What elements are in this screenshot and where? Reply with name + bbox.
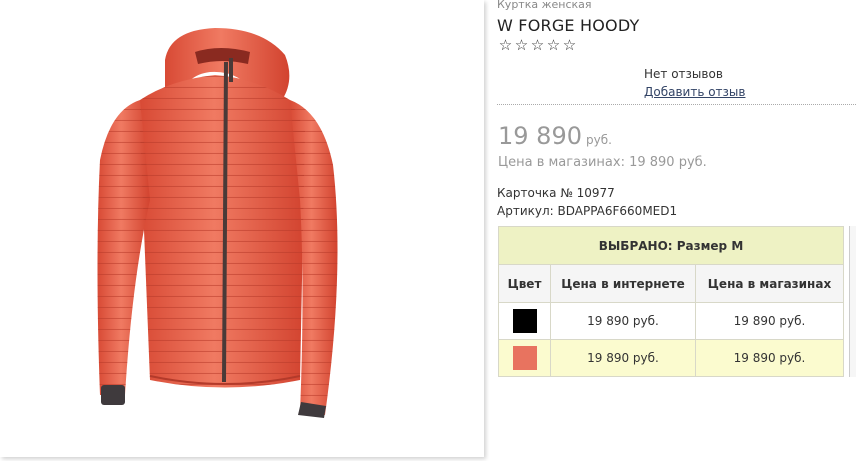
divider bbox=[497, 104, 856, 105]
star-icon[interactable]: ☆ bbox=[530, 38, 545, 53]
product-category: Куртка женская bbox=[497, 0, 592, 11]
store-price-cell: 19 890 руб. bbox=[695, 339, 844, 377]
price-currency: руб. bbox=[585, 133, 612, 147]
column-header-online-price: Цена в интернете bbox=[550, 264, 696, 303]
color-swatch-coral[interactable] bbox=[512, 346, 537, 370]
star-icon[interactable]: ☆ bbox=[546, 38, 561, 53]
no-reviews-text: Нет отзывов bbox=[644, 67, 723, 81]
color-cell bbox=[498, 339, 551, 377]
product-title: W FORGE HOODY bbox=[497, 16, 640, 35]
price-amount: 19 890 bbox=[498, 122, 582, 150]
star-icon[interactable]: ☆ bbox=[562, 38, 577, 53]
color-swatch-black[interactable] bbox=[512, 309, 537, 333]
table-row[interactable]: 19 890 руб. 19 890 руб. bbox=[498, 339, 844, 377]
selected-size-label: ВЫБРАНО: Размер M bbox=[498, 226, 844, 265]
store-price-cell: 19 890 руб. bbox=[695, 302, 844, 340]
price: 19 890 руб. bbox=[498, 122, 612, 150]
product-info: Куртка женская W FORGE HOODY ☆ ☆ ☆ ☆ ☆ Н… bbox=[497, 0, 856, 461]
star-icon[interactable]: ☆ bbox=[514, 38, 529, 53]
star-icon[interactable]: ☆ bbox=[498, 38, 513, 53]
color-cell bbox=[498, 302, 551, 340]
rating-stars[interactable]: ☆ ☆ ☆ ☆ ☆ bbox=[498, 38, 577, 53]
sku: Артикул: BDAPPA6F660MED1 bbox=[497, 204, 678, 218]
add-review-link[interactable]: Добавить отзыв bbox=[644, 85, 745, 99]
store-price: Цена в магазинах: 19 890 руб. bbox=[498, 155, 707, 170]
column-header-color: Цвет bbox=[498, 264, 551, 303]
variants-table: ВЫБРАНО: Размер M Цвет Цена в интернете … bbox=[498, 226, 844, 377]
online-price-cell: 19 890 руб. bbox=[550, 302, 696, 340]
column-header-store-price: Цена в магазинах bbox=[695, 264, 844, 303]
card-number: Карточка № 10977 bbox=[497, 186, 615, 200]
table-row[interactable]: 19 890 руб. 19 890 руб. bbox=[498, 302, 844, 340]
jacket-image bbox=[97, 28, 338, 418]
side-panel-edge bbox=[849, 226, 856, 377]
product-photo-panel[interactable] bbox=[0, 0, 484, 457]
online-price-cell: 19 890 руб. bbox=[550, 339, 696, 377]
